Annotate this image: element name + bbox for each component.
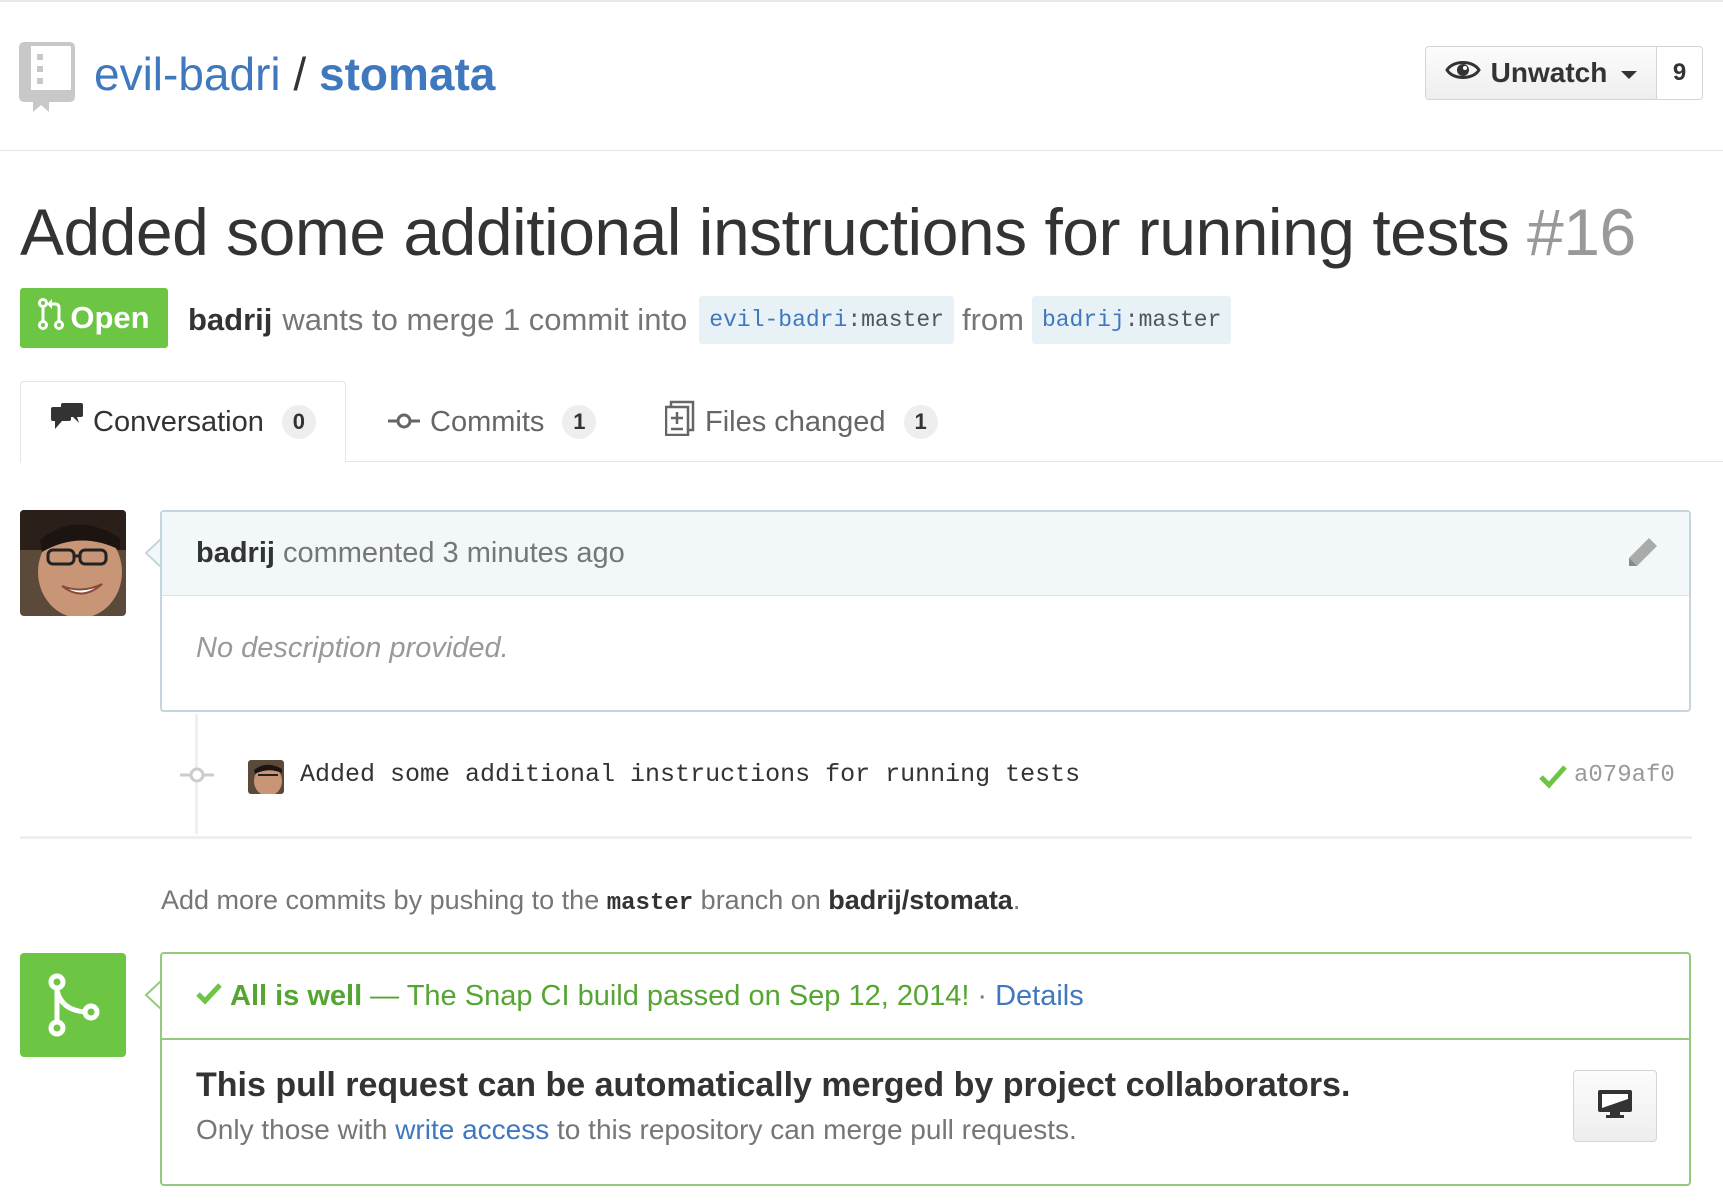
pr-state-label: Open: [70, 300, 150, 335]
header-divider: [0, 150, 1723, 151]
merge-message-sub: Only those with write access to this rep…: [196, 1114, 1077, 1146]
push-hint-branch: master: [606, 890, 694, 917]
diff-icon: [664, 400, 695, 444]
page-title: Added some additional instructions for r…: [20, 192, 1636, 272]
monitor-icon: [1597, 1089, 1633, 1124]
command-line-button[interactable]: [1573, 1070, 1657, 1142]
pr-meta: badrij wants to merge 1 commit into evil…: [188, 296, 1239, 344]
unwatch-button[interactable]: Unwatch: [1425, 46, 1657, 100]
build-details-link[interactable]: Details: [995, 980, 1084, 1013]
tab-conversation-label: Conversation: [93, 405, 264, 438]
build-status: All is well — The Snap CI build passed o…: [162, 954, 1689, 1040]
tab-conversation-counter: 0: [281, 405, 316, 439]
git-commit-icon: [388, 406, 420, 439]
comment-timestamp: commented 3 minutes ago: [282, 537, 625, 569]
pr-author-link[interactable]: badrij: [188, 298, 272, 342]
repo-owner-link[interactable]: evil-badri: [94, 48, 281, 100]
git-merge-icon: [20, 953, 126, 1057]
base-branch-name: :master: [847, 307, 944, 333]
write-access-link[interactable]: write access: [395, 1114, 549, 1145]
pr-state-badge: Open: [20, 288, 168, 348]
pr-from-text: from: [961, 302, 1024, 337]
push-hint-prefix: Add more commits by pushing to the: [161, 885, 600, 915]
merge-box: All is well — The Snap CI build passed o…: [160, 952, 1691, 1186]
merge-message-title: This pull request can be automatically m…: [196, 1066, 1351, 1104]
comment-header: badrij commented 3 minutes ago: [162, 512, 1689, 596]
tab-files-changed-counter: 1: [903, 405, 938, 439]
comment-box: badrij commented 3 minutes ago No descri…: [160, 510, 1691, 712]
merge-sub-suffix: to this repository can merge pull reques…: [557, 1114, 1077, 1145]
commit-message-link[interactable]: Added some additional instructions for r…: [300, 757, 1080, 793]
discussion-divider: [20, 836, 1692, 839]
repo-icon: [19, 42, 75, 114]
check-icon[interactable]: [1538, 762, 1568, 790]
build-status-dot: ·: [977, 979, 988, 1012]
comment-discussion-icon: [51, 403, 83, 441]
comment-body: No description provided.: [196, 632, 509, 664]
pencil-icon[interactable]: [1625, 536, 1659, 570]
chevron-down-icon: [1621, 71, 1638, 79]
pr-number: #16: [1527, 195, 1636, 269]
unwatch-label: Unwatch: [1490, 57, 1608, 88]
pr-merge-text: wants to merge 1 commit into: [282, 302, 688, 337]
push-hint-middle: branch on: [700, 885, 821, 915]
repo-name-link[interactable]: stomata: [319, 48, 495, 100]
tab-commits-label: Commits: [430, 405, 545, 438]
head-branch-user: badrij: [1041, 307, 1125, 333]
head-branch-name: :master: [1124, 307, 1222, 333]
tab-files-changed[interactable]: Files changed 1: [664, 381, 938, 463]
watchers-count[interactable]: 9: [1657, 46, 1703, 100]
build-status-strong: All is well: [230, 979, 363, 1012]
build-status-text: — The Snap CI build passed on Sep 12, 20…: [370, 979, 970, 1012]
repo-separator: /: [293, 48, 307, 100]
base-branch-ref[interactable]: evil-badri:master: [699, 296, 954, 344]
tab-commits-counter: 1: [562, 405, 597, 439]
push-hint-repo: badrij/stomata: [828, 885, 1013, 915]
commit-author-avatar[interactable]: [248, 760, 284, 794]
check-icon: [196, 980, 222, 1013]
commit-sha-link[interactable]: a079af0: [1574, 758, 1675, 794]
comment-author-link[interactable]: badrij: [196, 537, 275, 570]
tab-commits[interactable]: Commits 1: [388, 381, 597, 463]
repo-title: evil-badri / stomata: [94, 44, 495, 104]
tab-files-changed-label: Files changed: [705, 405, 886, 438]
top-border: [0, 0, 1723, 2]
push-hint: Add more commits by pushing to the maste…: [161, 880, 1020, 924]
avatar[interactable]: [20, 510, 126, 616]
tab-conversation[interactable]: Conversation 0: [20, 381, 346, 463]
base-branch-user: evil-badri: [709, 307, 848, 333]
merge-sub-prefix: Only those with: [196, 1114, 388, 1145]
head-branch-ref[interactable]: badrij:master: [1031, 296, 1232, 344]
git-commit-icon: [180, 765, 214, 785]
pr-title-text: Added some additional instructions for r…: [20, 195, 1510, 269]
git-pull-request-icon: [38, 298, 65, 338]
push-hint-suffix: .: [1012, 885, 1021, 915]
eye-icon: [1444, 57, 1481, 89]
watch-button-group: Unwatch 9: [1425, 46, 1703, 102]
